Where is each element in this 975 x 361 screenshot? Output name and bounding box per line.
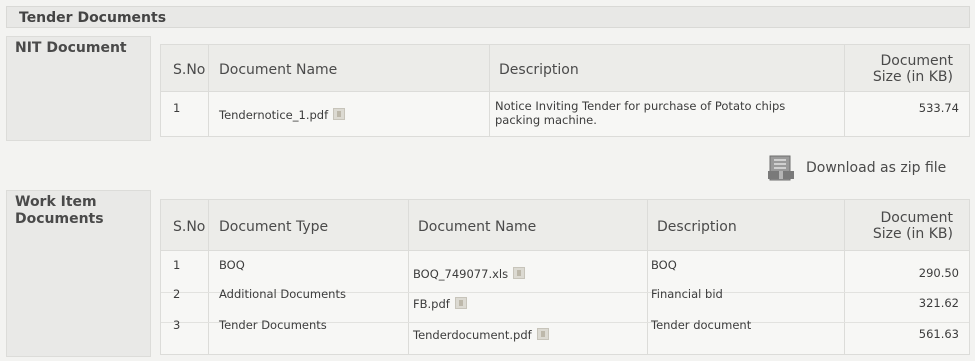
column-divider: [408, 200, 409, 354]
row-document-type: Tender Documents: [219, 318, 327, 332]
description-line1: Notice Inviting Tender for purchase of P…: [495, 99, 786, 113]
work-item-label-line1: Work Item: [15, 194, 97, 210]
row-description: BOQ: [651, 258, 677, 272]
row-description: Tender document: [651, 318, 752, 332]
row-document-type: BOQ: [219, 258, 245, 272]
download-zip-link[interactable]: Download as zip file: [766, 153, 971, 185]
nit-row-document-link[interactable]: Tendernotice_1.pdf: [219, 107, 346, 123]
nit-section-label: NIT Document: [6, 36, 151, 141]
header-description: Description: [657, 219, 737, 235]
document-name[interactable]: FB.pdf: [413, 297, 450, 311]
nit-row-sno: 1: [173, 101, 181, 115]
nit-documents-table: S.No Document Name Description Document …: [160, 44, 970, 137]
row-sno: 2: [173, 287, 181, 301]
row-document-link[interactable]: BOQ_749077.xls: [413, 266, 526, 282]
nit-row-description: Notice Inviting Tender for purchase of P…: [495, 99, 845, 127]
nit-row-size: 533.74: [918, 101, 959, 115]
header-description: Description: [499, 62, 579, 78]
header-document-type: Document Type: [219, 219, 329, 235]
work-item-section-label: Work Item Documents: [6, 190, 151, 357]
document-icon[interactable]: [454, 297, 467, 309]
header-document-size: Document Size (in KB): [849, 210, 953, 242]
header-document-name: Document Name: [418, 219, 537, 235]
work-item-label-line2: Documents: [15, 211, 104, 227]
column-divider: [489, 45, 490, 136]
row-sno: 3: [173, 318, 181, 332]
row-size: 321.62: [918, 296, 959, 310]
header-sno: S.No: [173, 219, 206, 235]
column-divider: [647, 200, 648, 354]
document-icon[interactable]: [513, 267, 526, 279]
document-name[interactable]: Tendernotice_1.pdf: [219, 108, 328, 122]
description-line2: packing machine.: [495, 113, 597, 127]
row-size: 290.50: [918, 266, 959, 280]
header-sno: S.No: [173, 62, 206, 78]
header-size-line2: Size (in KB): [872, 69, 953, 85]
row-document-type: Additional Documents: [219, 287, 346, 301]
header-size-line1: Document: [880, 210, 953, 226]
tender-documents-page: Tender Documents NIT Document S.No Docum…: [0, 0, 975, 361]
document-name[interactable]: Tenderdocument.pdf: [413, 328, 532, 342]
header-document-name: Document Name: [219, 62, 338, 78]
document-icon[interactable]: [333, 108, 346, 120]
zip-archive-icon[interactable]: [766, 153, 796, 183]
row-document-link[interactable]: FB.pdf: [413, 296, 467, 312]
document-icon[interactable]: [536, 328, 549, 340]
work-item-documents-table: S.No Document Type Document Name Descrip…: [160, 199, 970, 355]
header-size-line2: Size (in KB): [872, 226, 953, 242]
header-document-size: Document Size (in KB): [849, 53, 953, 85]
row-document-link[interactable]: Tenderdocument.pdf: [413, 327, 549, 343]
row-sno: 1: [173, 258, 181, 272]
row-size: 561.63: [918, 327, 959, 341]
document-name[interactable]: BOQ_749077.xls: [413, 267, 508, 281]
download-zip-label[interactable]: Download as zip file: [806, 160, 946, 176]
panel-title: Tender Documents: [6, 6, 970, 28]
header-size-line1: Document: [880, 53, 953, 69]
column-divider: [208, 45, 209, 136]
column-divider: [844, 200, 845, 354]
row-description: Financial bid: [651, 287, 723, 301]
column-divider: [208, 200, 209, 354]
